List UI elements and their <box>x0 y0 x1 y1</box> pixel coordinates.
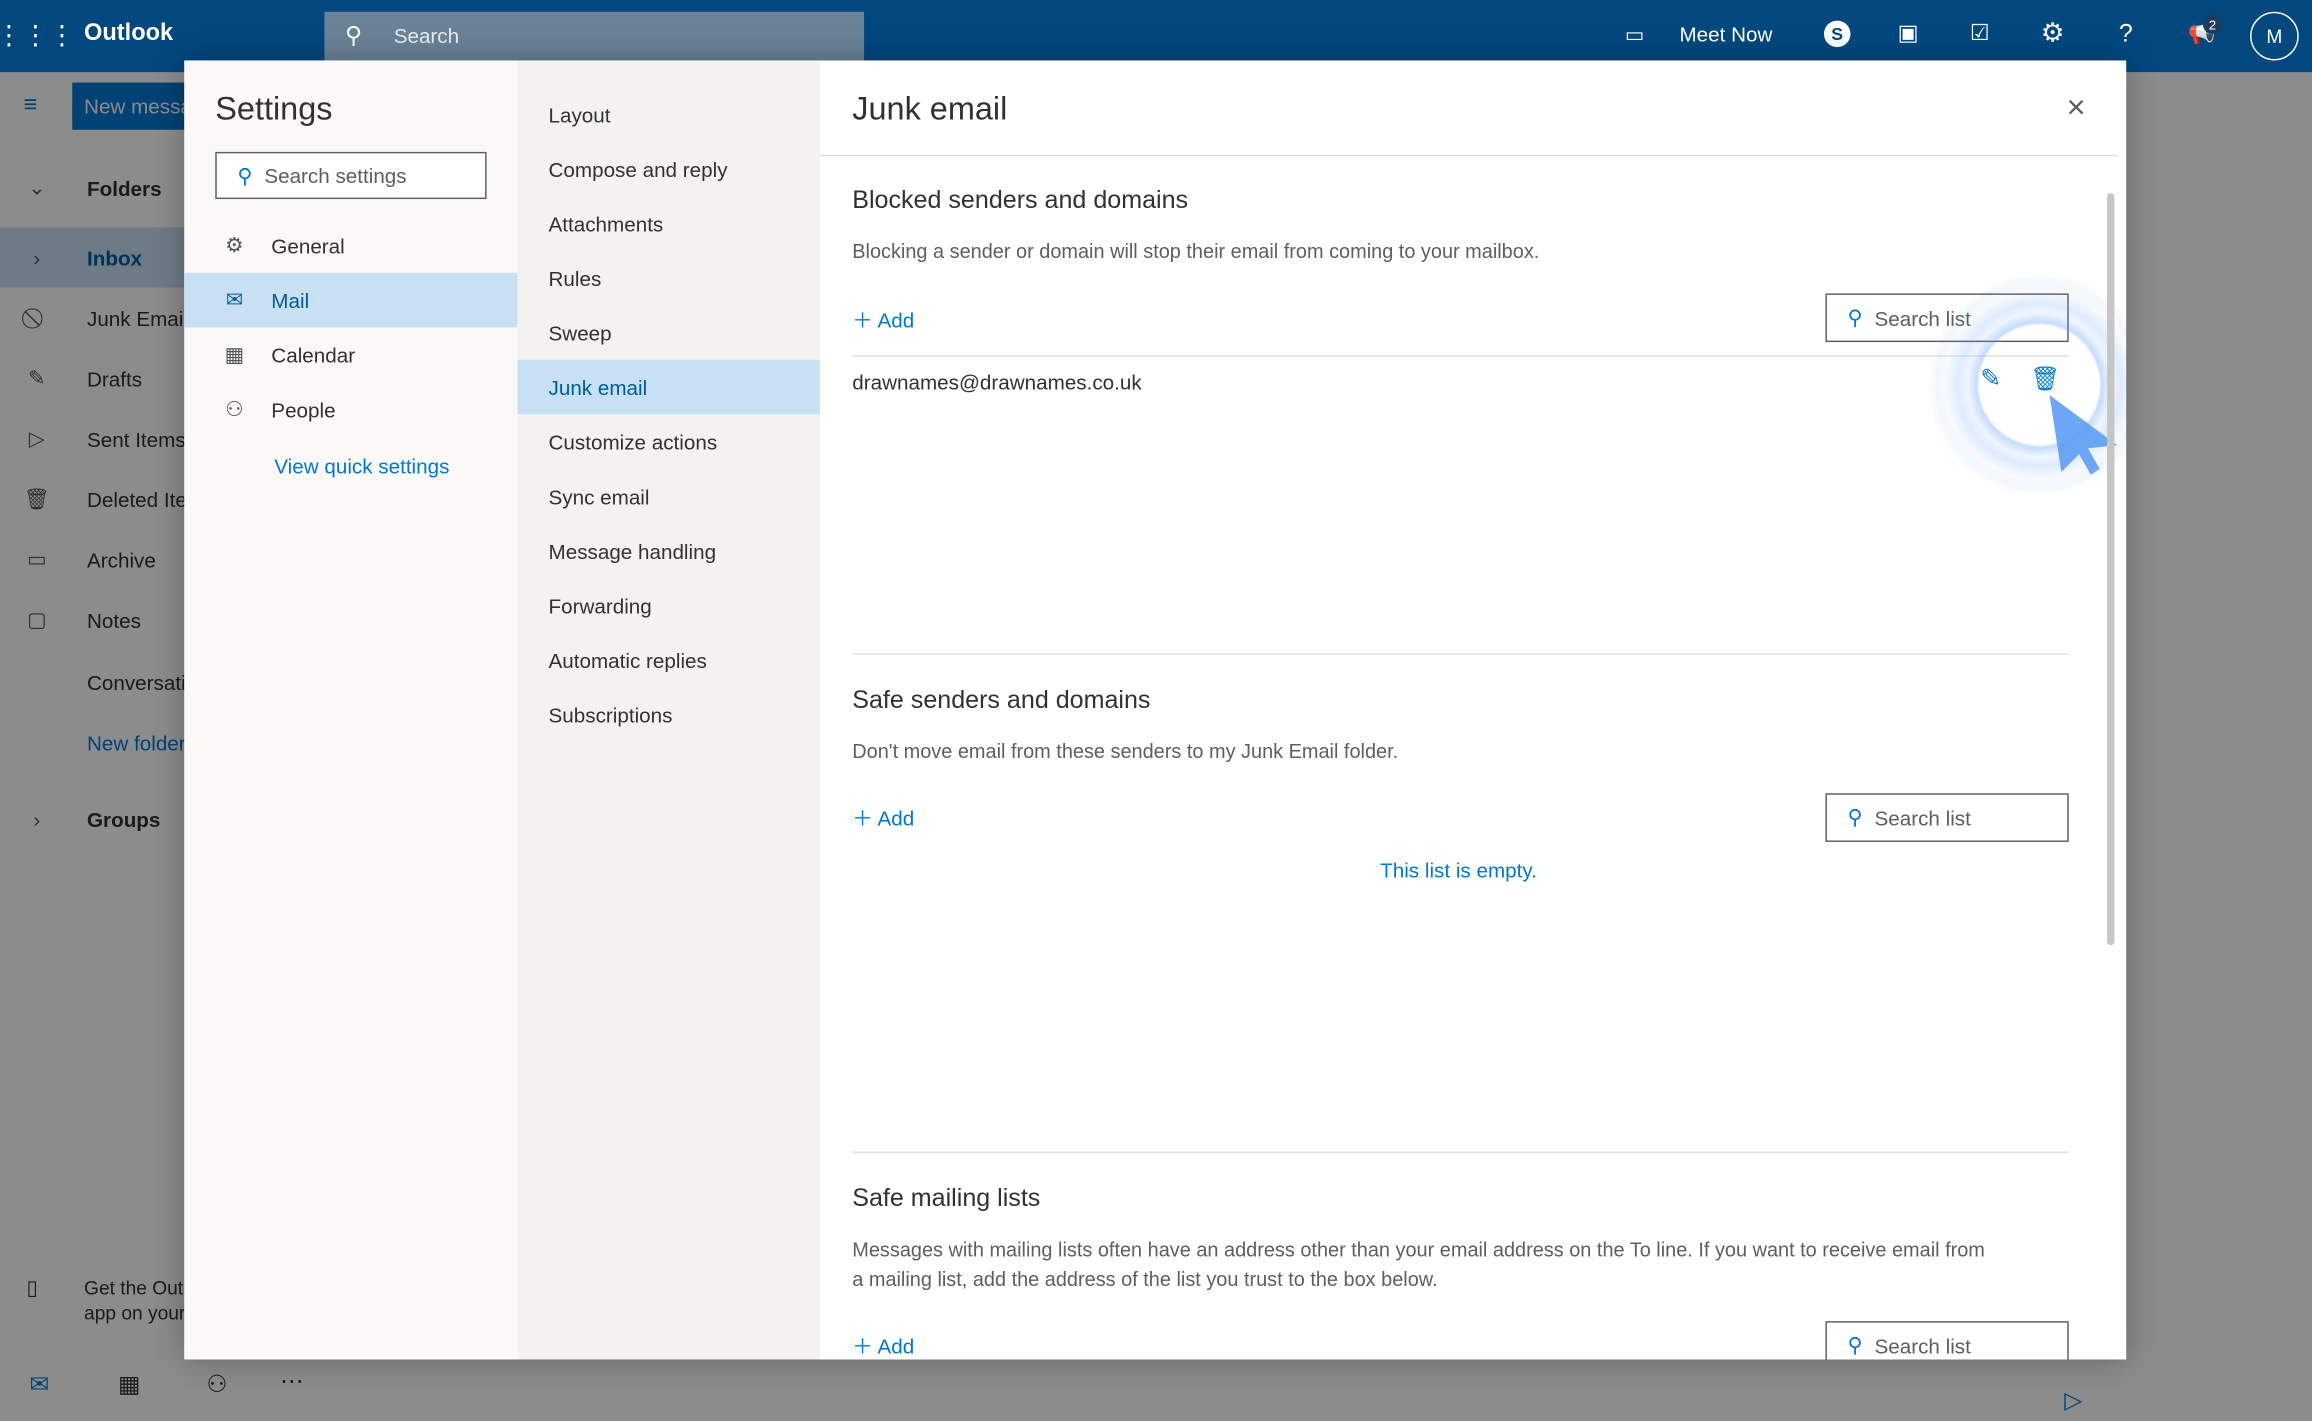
search-placeholder: Search <box>393 23 460 48</box>
office-icon[interactable]: ▣ <box>1898 19 1919 46</box>
scrollbar[interactable] <box>2107 193 2115 946</box>
blocked-heading: Blocked senders and domains <box>852 185 1189 214</box>
pane-title: Junk email <box>852 89 1008 127</box>
junk-email-pane: Junk email × Blocked senders and domains… <box>819 60 2127 1360</box>
gear-icon[interactable]: ⚙ <box>2041 18 2065 49</box>
section-sync-email[interactable]: Sync email <box>518 469 820 524</box>
app-name[interactable]: Outlook <box>84 21 173 48</box>
mail-icon: ✉ <box>225 287 244 312</box>
category-people[interactable]: ⚇ People <box>184 382 517 437</box>
search-icon: ⚲ <box>1847 1332 1863 1357</box>
plus-icon: ＋ <box>852 1334 873 1359</box>
app-launcher-icon[interactable]: ⋮⋮⋮ <box>0 20 75 50</box>
todo-icon[interactable]: ☑ <box>1970 19 1990 46</box>
edit-icon[interactable]: ✎ <box>1980 364 2001 393</box>
safe-empty-message: This list is empty. <box>1380 858 1537 882</box>
category-mail[interactable]: ✉ Mail <box>184 272 518 328</box>
search-settings-input[interactable]: ⚲ Search settings <box>215 151 487 200</box>
settings-dialog: Settings ⚲ Search settings ⚙ General ✉ Mai… <box>184 60 2127 1360</box>
blocked-add-button[interactable]: ＋ Add <box>852 305 914 334</box>
section-rules[interactable]: Rules <box>518 251 820 306</box>
search-box[interactable]: ⚲ Search <box>324 11 865 61</box>
settings-categories: Settings ⚲ Search settings ⚙ General ✉ Mai… <box>184 60 518 1360</box>
blocked-entry: drawnames@drawnames.co.uk <box>852 370 1142 394</box>
section-sweep[interactable]: Sweep <box>518 305 820 360</box>
blocked-description: Blocking a sender or domain will stop th… <box>852 240 1540 263</box>
section-subscriptions[interactable]: Subscriptions <box>518 687 820 742</box>
help-icon[interactable]: ? <box>2119 19 2133 48</box>
safe-description: Don't move email from these senders to m… <box>852 740 1399 763</box>
section-customize-actions[interactable]: Customize actions <box>518 414 820 469</box>
search-icon: ⚲ <box>1847 305 1863 329</box>
plus-icon: ＋ <box>852 308 873 332</box>
category-general[interactable]: ⚙ General <box>184 218 517 273</box>
category-calendar[interactable]: ▦ Calendar <box>184 327 517 382</box>
safe-add-button[interactable]: ＋ Add <box>852 804 914 833</box>
people-icon: ⚇ <box>225 396 244 421</box>
plus-icon: ＋ <box>852 806 873 831</box>
section-automatic-replies[interactable]: Automatic replies <box>518 633 820 688</box>
mailing-add-button[interactable]: ＋ Add <box>852 1331 914 1359</box>
section-junk-email[interactable]: Junk email <box>517 359 820 415</box>
settings-title: Settings <box>215 89 333 127</box>
section-attachments[interactable]: Attachments <box>518 196 820 251</box>
mail-sections: Layout Compose and reply Attachments Rules S… <box>517 60 820 1360</box>
meet-now-button[interactable]: Meet Now <box>1679 22 1772 46</box>
section-layout[interactable]: Layout <box>518 87 820 142</box>
mailing-search-list[interactable]: ⚲ Search list <box>1825 1321 2069 1360</box>
mailing-heading: Safe mailing lists <box>852 1184 1041 1213</box>
video-icon[interactable]: ▭ <box>1625 22 1645 47</box>
search-icon: ⚲ <box>345 23 363 49</box>
view-quick-settings-link[interactable]: View quick settings <box>274 454 449 478</box>
avatar[interactable]: M <box>2250 11 2299 61</box>
search-icon: ⚲ <box>1847 805 1863 829</box>
section-forwarding[interactable]: Forwarding <box>518 578 820 633</box>
gear-icon: ⚙ <box>225 232 244 257</box>
section-compose-and-reply[interactable]: Compose and reply <box>518 142 820 197</box>
close-icon[interactable]: × <box>2061 88 2090 125</box>
calendar-icon: ▦ <box>224 342 245 366</box>
search-icon: ⚲ <box>237 162 253 187</box>
safe-heading: Safe senders and domains <box>852 685 1151 714</box>
section-message-handling[interactable]: Message handling <box>518 523 820 578</box>
mailing-description: Messages with mailing lists often have a… <box>852 1238 1985 1291</box>
skype-icon[interactable]: S <box>1823 20 1851 48</box>
safe-search-list[interactable]: ⚲ Search list <box>1825 793 2069 842</box>
notification-badge: 2 <box>2202 14 2223 34</box>
delete-icon[interactable]: 🗑 <box>2030 364 2060 393</box>
